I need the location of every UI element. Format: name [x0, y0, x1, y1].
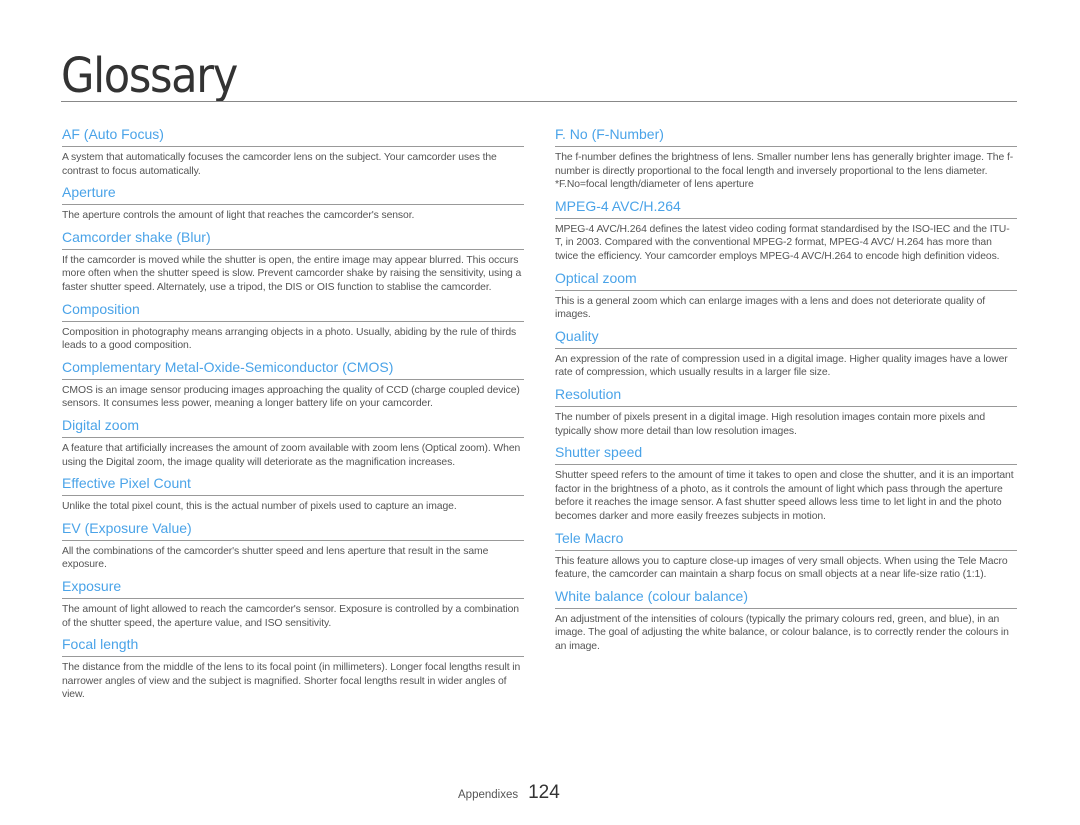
glossary-definition: Unlike the total pixel count, this is th…	[62, 501, 457, 513]
glossary-definition: *F.No=focal length/diameter of lens aper…	[555, 179, 754, 191]
glossary-left-column: AF (Auto Focus) A system that automatical…	[62, 124, 524, 706]
glossary-entry: Digital zoom A feature that artificially …	[62, 415, 524, 469]
glossary-definition: The number of pixels present in a digita…	[555, 411, 986, 437]
glossary-entry: Aperture The aperture controls the amount…	[62, 182, 524, 223]
glossary-entry: Shutter speed Shutter speed refers to the…	[555, 442, 1017, 523]
glossary-definition: This is a general zoom which can enlarge…	[555, 295, 986, 321]
glossary-definition: An adjustment of the intensities of colo…	[555, 613, 1009, 652]
glossary-right-column: F. No (F-Number) The f-number defines the…	[555, 124, 1017, 657]
glossary-entry: Focal length The distance from the middle…	[62, 634, 524, 702]
glossary-definition: A feature that artificially increases th…	[62, 442, 521, 468]
glossary-term: Camcorder shake (Blur)	[62, 227, 524, 250]
glossary-term: Resolution	[555, 384, 1017, 407]
glossary-term: Quality	[555, 326, 1017, 349]
glossary-term: EV (Exposure Value)	[62, 518, 524, 541]
glossary-definition: All the combinations of the camcorder's …	[62, 545, 489, 571]
glossary-definition: The distance from the middle of the lens…	[62, 662, 521, 701]
glossary-entry: MPEG-4 AVC/H.264 MPEG-4 AVC/H.264 defines…	[555, 196, 1017, 264]
glossary-term: Optical zoom	[555, 268, 1017, 291]
glossary-entry: F. No (F-Number) The f-number defines the…	[555, 124, 1017, 192]
glossary-term: Digital zoom	[62, 415, 524, 438]
glossary-entry: Complementary Metal-Oxide-Semiconductor …	[62, 357, 524, 411]
glossary-definition: A system that automatically focuses the …	[62, 152, 497, 177]
glossary-definition: Shutter speed refers to the amount of ti…	[555, 470, 1014, 522]
glossary-entry: EV (Exposure Value) All the combinations …	[62, 518, 524, 572]
glossary-entry: Optical zoom This is a general zoom which…	[555, 268, 1017, 322]
glossary-definition: The f-number defines the brightness of l…	[555, 152, 1014, 177]
glossary-definition: This feature allows you to capture close…	[555, 555, 1008, 581]
glossary-definition: CMOS is an image sensor producing images…	[62, 384, 520, 410]
page-footer: Appendixes 124	[458, 782, 560, 804]
glossary-term: Aperture	[62, 182, 524, 206]
glossary-entry: Camcorder shake (Blur) If the camcorder i…	[62, 227, 524, 295]
glossary-definition: MPEG-4 AVC/H.264 defines the latest vide…	[555, 223, 1010, 262]
glossary-entry: AF (Auto Focus) A system that automatical…	[62, 124, 524, 178]
glossary-term: Complementary Metal-Oxide-Semiconductor …	[62, 357, 524, 380]
title-divider	[61, 101, 1017, 102]
glossary-definition: The amount of light allowed to reach the…	[62, 603, 519, 629]
glossary-definition: Composition in photography means arrangi…	[62, 326, 517, 352]
glossary-entry: Quality An expression of the rate of comp…	[555, 326, 1017, 380]
glossary-entry: Composition Composition in photography me…	[62, 299, 524, 353]
glossary-entry: Resolution The number of pixels present i…	[555, 384, 1017, 438]
glossary-term: Tele Macro	[555, 528, 1017, 551]
glossary-term: Composition	[62, 299, 524, 322]
glossary-term: MPEG-4 AVC/H.264	[555, 196, 1017, 219]
glossary-entry: White balance (colour balance) An adjustm…	[555, 586, 1017, 654]
glossary-term: White balance (colour balance)	[555, 586, 1017, 609]
glossary-entry: Effective Pixel Count Unlike the total pi…	[62, 473, 524, 514]
glossary-definition: If the camcorder is moved while the shut…	[62, 254, 522, 293]
glossary-definition: The aperture controls the amount of ligh…	[62, 210, 415, 222]
page-title: Glossary	[61, 48, 238, 104]
glossary-term: AF (Auto Focus)	[62, 124, 524, 147]
glossary-entry: Exposure The amount of light allowed to r…	[62, 576, 524, 630]
page-number: 124	[528, 782, 560, 803]
footer-section-label: Appendixes	[458, 789, 519, 801]
glossary-definition: An expression of the rate of compression…	[555, 353, 1008, 379]
glossary-term: Focal length	[62, 634, 524, 658]
glossary-term: Exposure	[62, 576, 524, 599]
glossary-term: Shutter speed	[555, 442, 1017, 466]
glossary-entry: Tele Macro This feature allows you to cap…	[555, 528, 1017, 582]
glossary-term: F. No (F-Number)	[555, 124, 1017, 147]
glossary-term: Effective Pixel Count	[62, 473, 524, 497]
